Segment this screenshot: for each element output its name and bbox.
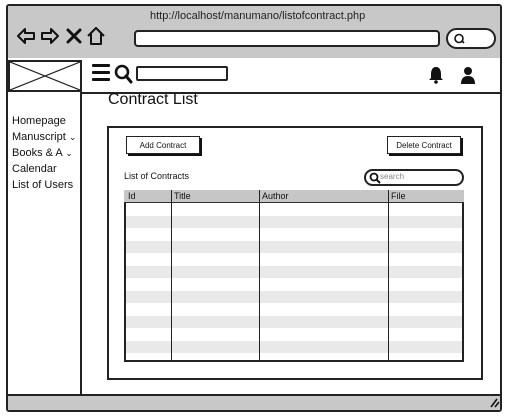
- user-icon[interactable]: [460, 66, 476, 84]
- address-url-text: http://localhost/manumano/listofcontract…: [150, 10, 366, 22]
- column-divider: [171, 190, 172, 362]
- browser-search-pill[interactable]: [446, 28, 496, 49]
- column-divider: [259, 190, 260, 362]
- logo-placeholder: [8, 60, 82, 92]
- close-icon[interactable]: [64, 26, 84, 50]
- table-row[interactable]: [126, 316, 462, 328]
- add-contract-button[interactable]: Add Contract: [126, 136, 200, 154]
- table-row[interactable]: [126, 341, 462, 353]
- sidebar-item-label: Manuscript: [12, 131, 66, 143]
- sidebar-item-manuscript[interactable]: Manuscript ⌄: [12, 131, 76, 143]
- hamburger-menu-icon[interactable]: [92, 64, 110, 82]
- column-header-title[interactable]: Title: [174, 191, 191, 201]
- table-row[interactable]: [126, 291, 462, 303]
- chevron-down-icon: ⌄: [65, 148, 73, 158]
- search-icon[interactable]: [114, 63, 134, 85]
- bell-icon[interactable]: [428, 66, 444, 84]
- column-divider: [388, 190, 389, 362]
- address-bar[interactable]: [134, 30, 440, 47]
- delete-contract-button[interactable]: Delete Contract: [387, 136, 461, 154]
- sidebar-item-calendar[interactable]: Calendar: [12, 163, 57, 175]
- search-icon: [454, 33, 465, 44]
- table-row[interactable]: [126, 241, 462, 253]
- sidebar-item-books[interactable]: Books & A ⌄: [12, 147, 73, 159]
- sidebar-item-list-of-users[interactable]: List of Users: [12, 179, 73, 191]
- column-header-author[interactable]: Author: [262, 191, 289, 201]
- status-bar: [8, 394, 500, 410]
- top-search-input[interactable]: [136, 66, 228, 81]
- column-header-id[interactable]: Id: [128, 191, 136, 201]
- search-placeholder: search: [380, 172, 405, 181]
- page-title: Contract List: [108, 91, 198, 108]
- resize-grip-icon[interactable]: [488, 396, 500, 411]
- chevron-down-icon: ⌄: [68, 132, 77, 142]
- table-row[interactable]: [126, 266, 462, 278]
- sidebar-item-homepage[interactable]: Homepage: [12, 115, 66, 127]
- home-icon[interactable]: [86, 26, 106, 50]
- forward-arrow-icon[interactable]: [40, 26, 60, 50]
- list-of-contracts-label: List of Contracts: [124, 171, 190, 181]
- column-header-file[interactable]: File: [391, 191, 406, 201]
- back-arrow-icon[interactable]: [16, 26, 36, 50]
- sidebar-item-label: Books & A: [12, 147, 63, 159]
- table-row[interactable]: [126, 216, 462, 228]
